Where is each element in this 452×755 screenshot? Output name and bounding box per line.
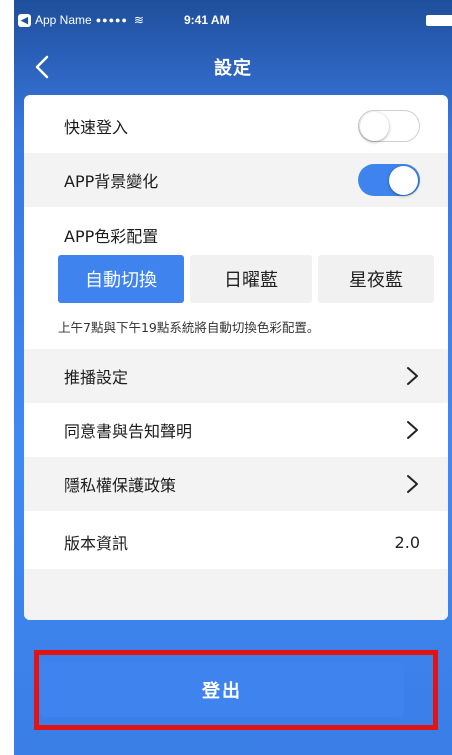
color-option-auto[interactable]: 自動切換 bbox=[58, 255, 184, 303]
version-label: 版本資訊 bbox=[64, 534, 129, 553]
wifi-icon: ≋ bbox=[133, 13, 144, 27]
version-value: 2.0 bbox=[394, 532, 420, 552]
quick-login-row: 快速登入 bbox=[24, 99, 448, 153]
quick-login-label: 快速登入 bbox=[64, 118, 129, 137]
phone-screen: ◀ App Name ●●●●● ≋ 9:41 AM 設定 快速登入 APP背景… bbox=[14, 0, 452, 755]
color-option-label: 星夜藍 bbox=[349, 270, 403, 291]
color-option-day-blue[interactable]: 日曜藍 bbox=[190, 255, 312, 303]
back-app-icon: ◀ bbox=[18, 13, 31, 27]
bg-change-row: APP背景變化 bbox=[24, 153, 448, 207]
privacy-policy-label: 隱私權保護政策 bbox=[64, 476, 177, 495]
status-bar: ◀ App Name ●●●●● ≋ 9:41 AM bbox=[14, 0, 452, 40]
version-row: 版本資訊 2.0 bbox=[24, 515, 448, 569]
toggle-knob bbox=[360, 111, 389, 141]
color-option-label: 日曜藍 bbox=[224, 270, 278, 291]
bg-change-toggle[interactable] bbox=[358, 164, 420, 196]
logout-button[interactable]: 登出 bbox=[40, 662, 404, 717]
push-settings-row[interactable]: 推播設定 bbox=[24, 349, 448, 403]
color-option-night-blue[interactable]: 星夜藍 bbox=[318, 255, 434, 303]
back-to-app[interactable]: ◀ App Name ●●●●● ≋ bbox=[14, 13, 144, 27]
privacy-policy-row[interactable]: 隱私權保護政策 bbox=[24, 457, 448, 511]
push-settings-label: 推播設定 bbox=[64, 368, 129, 387]
quick-login-toggle[interactable] bbox=[358, 110, 420, 142]
color-config-title: APP色彩配置 bbox=[64, 227, 159, 246]
nav-bar: 設定 bbox=[14, 44, 452, 90]
consent-row[interactable]: 同意書與告知聲明 bbox=[24, 403, 448, 457]
bg-change-label: APP背景變化 bbox=[64, 172, 159, 191]
color-config-note: 上午7點與下午19點系統將自動切換色彩配置。 bbox=[58, 320, 320, 335]
chevron-right-icon bbox=[407, 367, 418, 385]
battery-icon bbox=[426, 15, 452, 26]
chevron-left-icon bbox=[35, 55, 49, 79]
signal-icon: ●●●●● bbox=[95, 15, 128, 25]
status-time: 9:41 AM bbox=[184, 13, 230, 27]
back-app-label: App Name bbox=[35, 13, 92, 27]
consent-label: 同意書與告知聲明 bbox=[64, 422, 193, 441]
chevron-right-icon bbox=[407, 475, 418, 493]
chevron-right-icon bbox=[407, 421, 418, 439]
page-title: 設定 bbox=[214, 58, 252, 79]
empty-row bbox=[24, 569, 448, 620]
logout-label: 登出 bbox=[202, 680, 242, 702]
back-button[interactable] bbox=[30, 52, 54, 82]
settings-card: 快速登入 APP背景變化 APP色彩配置 自動切換 日曜藍 星夜藍 上午7點與下… bbox=[24, 95, 448, 620]
color-option-label: 自動切換 bbox=[85, 270, 157, 291]
toggle-knob bbox=[389, 165, 418, 195]
